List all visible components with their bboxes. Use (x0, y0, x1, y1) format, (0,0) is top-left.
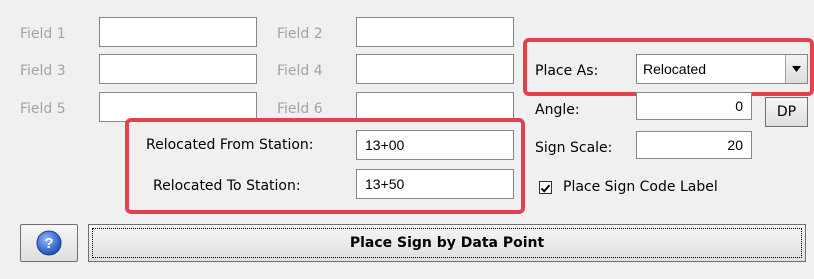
field-2-label: Field 2 (277, 26, 323, 42)
sign-scale-label: Sign Scale: (535, 140, 613, 156)
place-as-highlight (523, 38, 814, 96)
angle-input[interactable]: 0 (636, 92, 752, 120)
checkmark-icon (540, 184, 551, 193)
field-1-label: Field 1 (20, 26, 66, 42)
place-code-label-checkbox[interactable] (539, 181, 552, 194)
relocated-highlight (125, 118, 525, 214)
field-5-label: Field 5 (20, 101, 66, 117)
field-4-label: Field 4 (277, 63, 323, 79)
place-sign-button-label: Place Sign by Data Point (349, 235, 545, 251)
field-4-input[interactable] (356, 54, 514, 84)
field-1-input[interactable] (99, 17, 257, 47)
angle-label: Angle: (535, 102, 580, 118)
svg-text:?: ? (44, 235, 53, 252)
sign-scale-input[interactable]: 20 (636, 131, 752, 159)
place-code-label-text: Place Sign Code Label (563, 179, 718, 195)
dp-button[interactable]: DP (765, 97, 808, 127)
place-sign-button[interactable]: Place Sign by Data Point (88, 224, 806, 262)
field-6-label: Field 6 (277, 101, 323, 117)
help-button[interactable]: ? (20, 224, 78, 262)
field-2-input[interactable] (356, 17, 514, 47)
help-icon: ? (36, 230, 62, 256)
field-3-label: Field 3 (20, 63, 66, 79)
field-3-input[interactable] (99, 54, 257, 84)
